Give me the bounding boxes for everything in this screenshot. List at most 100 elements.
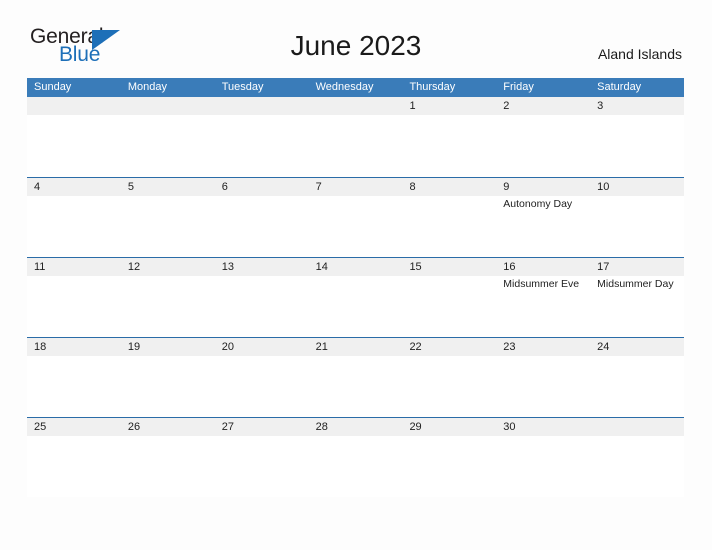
day-cell-20[interactable]: 20 (214, 338, 309, 417)
day-cell-27[interactable]: 27 (214, 418, 309, 497)
day-cell-10[interactable]: 10 (590, 178, 685, 257)
day-cell-3[interactable]: 3 (590, 97, 685, 177)
day-number-band: 25 (27, 418, 121, 436)
day-cell-11[interactable]: 11 (27, 258, 121, 337)
day-number: 17 (597, 261, 610, 273)
day-number-band: 23 (496, 338, 591, 356)
day-cell-14[interactable]: 14 (308, 258, 403, 337)
day-number: 19 (127, 341, 141, 353)
weekday-header-wednesday: Wednesday (315, 81, 374, 93)
day-cell-empty (214, 97, 309, 177)
day-cell-15[interactable]: 15 (402, 258, 497, 337)
day-cell-17[interactable]: 17 Midsummer Day (590, 258, 685, 337)
day-events (402, 115, 496, 117)
day-events (496, 115, 590, 117)
day-cell-25[interactable]: 25 (27, 418, 121, 497)
day-number-band: 8 (402, 178, 497, 196)
day-events (590, 436, 684, 438)
day-events (121, 196, 215, 198)
day-number-band: 30 (496, 418, 591, 436)
day-cell-empty (120, 97, 215, 177)
day-number: 21 (315, 341, 328, 353)
day-number: 5 (127, 181, 134, 193)
day-events (402, 356, 496, 358)
day-number-band: 18 (27, 338, 121, 356)
day-number-band: 3 (590, 97, 685, 115)
day-cell-6[interactable]: 6 (214, 178, 309, 257)
day-cell-24[interactable]: 24 (590, 338, 685, 417)
day-cell-13[interactable]: 13 (214, 258, 309, 337)
day-number: 6 (221, 181, 228, 193)
day-number-band: 15 (402, 258, 497, 276)
day-number: 26 (127, 421, 141, 433)
day-cell-9[interactable]: 9 Autonomy Day (496, 178, 591, 257)
calendar-week-row: 4 5 6 7 8 9 Autonomy Day 10 (27, 177, 685, 257)
day-cell-8[interactable]: 8 (402, 178, 497, 257)
day-cell-12[interactable]: 12 (120, 258, 215, 337)
day-number-band: 11 (27, 258, 121, 276)
day-events (309, 356, 403, 358)
day-events (121, 356, 215, 358)
page-header: General Blue June 2023 Aland Islands (0, 0, 712, 65)
day-number: 23 (503, 341, 516, 353)
day-number: 15 (409, 261, 422, 273)
day-events: Midsummer Day (590, 276, 684, 291)
day-number: 10 (597, 181, 610, 193)
day-number: 24 (597, 341, 610, 353)
day-number: 25 (34, 421, 47, 433)
day-cell-empty (590, 418, 685, 497)
day-cell-2[interactable]: 2 (496, 97, 591, 177)
day-events: Midsummer Eve (496, 276, 590, 291)
day-number-band: 14 (308, 258, 403, 276)
day-number-band (590, 418, 685, 436)
day-events (215, 356, 309, 358)
calendar-grid: Sunday Monday Tuesday Wednesday Thursday Frid… (27, 78, 685, 497)
day-cell-18[interactable]: 18 (27, 338, 121, 417)
calendar-week-row: 25 26 27 28 29 30 (27, 417, 685, 497)
day-number: 8 (409, 181, 416, 193)
day-events (215, 196, 309, 198)
day-number: 13 (221, 261, 234, 273)
day-number: 2 (503, 100, 510, 112)
day-number-band: 10 (590, 178, 685, 196)
day-cell-19[interactable]: 19 (120, 338, 215, 417)
day-number-band: 7 (308, 178, 403, 196)
day-events (215, 115, 309, 117)
day-number-band: 1 (402, 97, 497, 115)
day-events (215, 276, 309, 278)
region-label: Aland Islands (597, 46, 682, 62)
day-cell-1[interactable]: 1 (402, 97, 497, 177)
day-number-band: 17 (590, 258, 685, 276)
weekday-header-row: Sunday Monday Tuesday Wednesday Thursday Frid… (27, 78, 684, 97)
day-events (27, 115, 121, 117)
day-number-band (308, 97, 403, 115)
day-cell-23[interactable]: 23 (496, 338, 591, 417)
weekday-header-thursday: Thursday (409, 81, 456, 93)
day-number-band (120, 97, 215, 115)
day-cell-7[interactable]: 7 (308, 178, 403, 257)
day-number: 14 (315, 261, 328, 273)
weekday-header-saturday: Saturday (597, 81, 642, 93)
day-cell-28[interactable]: 28 (308, 418, 403, 497)
day-cell-21[interactable]: 21 (308, 338, 403, 417)
day-number-band: 13 (214, 258, 309, 276)
weekday-header-sunday: Sunday (34, 81, 72, 93)
day-events (309, 196, 403, 198)
day-number: 18 (34, 341, 47, 353)
day-number-band: 12 (120, 258, 215, 276)
day-cell-22[interactable]: 22 (402, 338, 497, 417)
day-events (590, 115, 684, 117)
day-events (402, 196, 496, 198)
day-number: 11 (34, 261, 46, 273)
day-number-band: 27 (214, 418, 309, 436)
day-cell-30[interactable]: 30 (496, 418, 591, 497)
day-events (590, 196, 684, 198)
day-cell-4[interactable]: 4 (27, 178, 121, 257)
day-cell-26[interactable]: 26 (120, 418, 215, 497)
day-events (27, 356, 121, 358)
day-cell-29[interactable]: 29 (402, 418, 497, 497)
day-cell-16[interactable]: 16 Midsummer Eve (496, 258, 591, 337)
day-events (27, 436, 121, 438)
day-cell-5[interactable]: 5 (120, 178, 215, 257)
day-number-band: 21 (308, 338, 403, 356)
